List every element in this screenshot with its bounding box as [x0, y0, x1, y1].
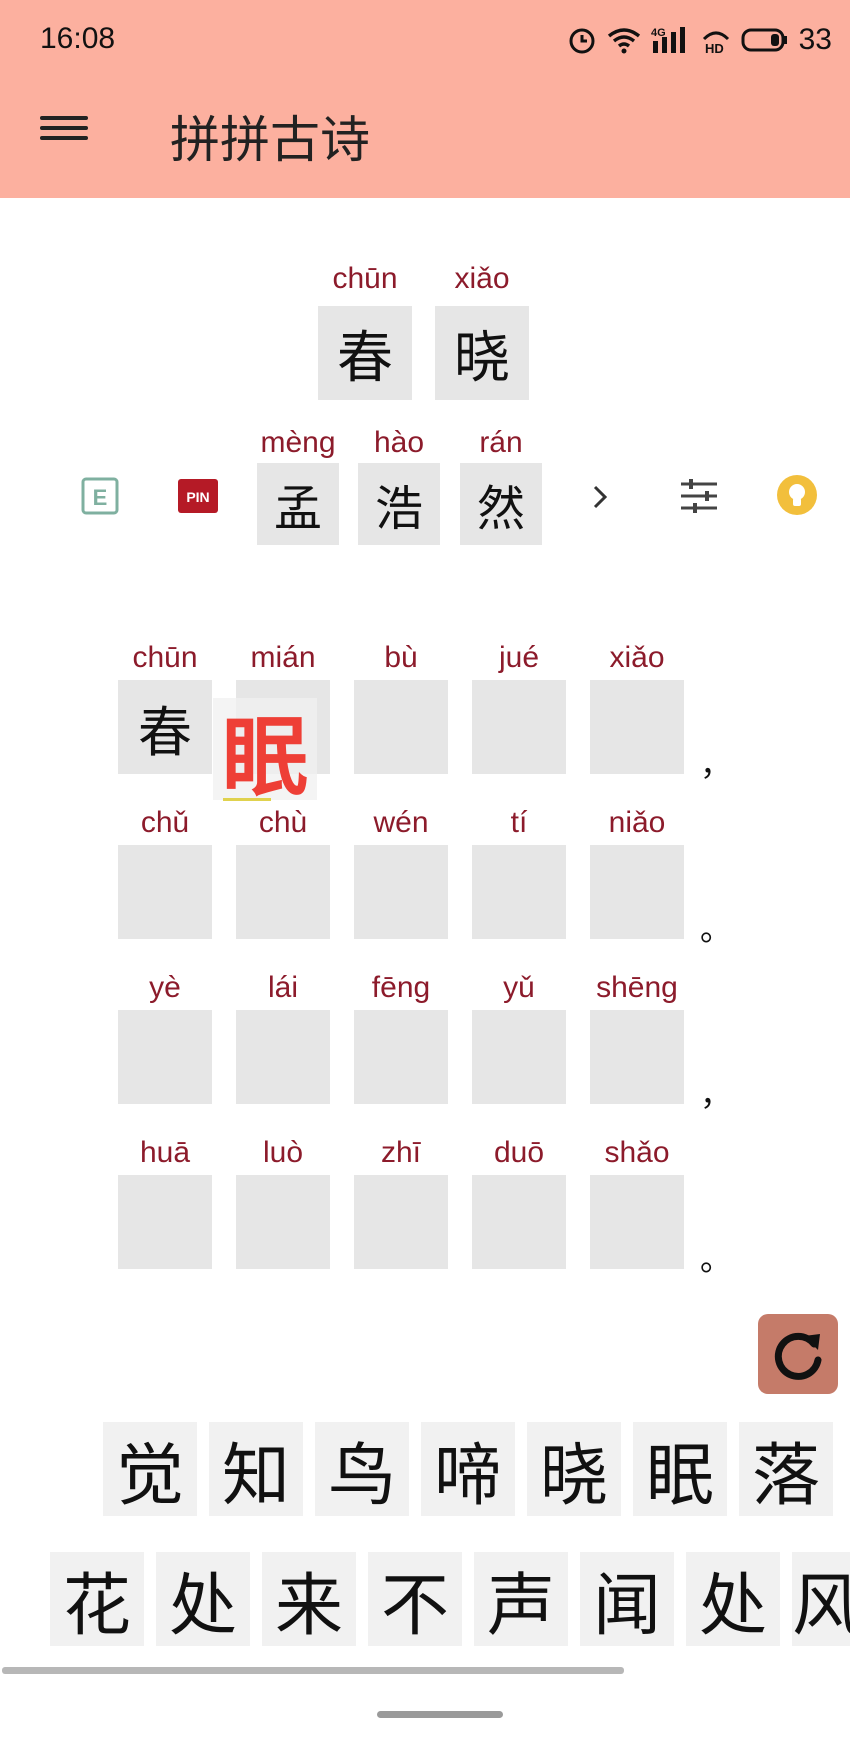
- char-key[interactable]: 来: [262, 1552, 356, 1646]
- line-pinyin: yǔ: [503, 971, 535, 1004]
- drag-underline: [223, 798, 271, 801]
- cellular-signal-icon: 4G: [651, 25, 691, 55]
- line-pinyin: bù: [384, 641, 418, 674]
- line-pinyin: lái: [267, 971, 298, 1004]
- title-pinyin: chūn: [332, 262, 398, 295]
- answer-slot[interactable]: [472, 845, 566, 939]
- battery-icon: [741, 27, 789, 53]
- answer-slot[interactable]: [118, 1175, 212, 1269]
- char-key[interactable]: 知: [209, 1422, 303, 1516]
- char-key[interactable]: 啼: [421, 1422, 515, 1516]
- menu-button[interactable]: [40, 110, 88, 150]
- refresh-button[interactable]: [758, 1314, 838, 1394]
- horizontal-scrollbar[interactable]: [2, 1667, 624, 1674]
- status-time: 16:08: [40, 22, 116, 55]
- line-punctuation: ，: [700, 1075, 733, 1113]
- battery-level: 33: [798, 23, 832, 56]
- line-pinyin: tí: [510, 806, 528, 839]
- author-char: 孟: [257, 463, 339, 545]
- author-pinyin: mèng: [260, 426, 336, 459]
- line-pinyin: duō: [493, 1136, 545, 1169]
- char-key[interactable]: 闻: [580, 1552, 674, 1646]
- answer-slot[interactable]: [354, 1010, 448, 1104]
- author-char: 然: [460, 463, 542, 545]
- line-pinyin: mián: [250, 641, 316, 674]
- line-punctuation: ，: [700, 745, 733, 783]
- line-pinyin: yè: [149, 971, 181, 1004]
- pin-icon-label: PIN: [186, 489, 209, 505]
- dragging-char: 眠: [222, 707, 308, 808]
- line-pinyin: jué: [498, 641, 540, 674]
- char-key[interactable]: 不: [368, 1552, 462, 1646]
- line-pinyin: zhī: [380, 1136, 422, 1169]
- answer-slot[interactable]: [472, 680, 566, 774]
- line-pinyin: fēng: [371, 971, 431, 1004]
- answer-slot[interactable]: [472, 1175, 566, 1269]
- settings-sliders-icon[interactable]: [678, 476, 720, 516]
- line-pinyin: niǎo: [608, 806, 666, 839]
- app-title: 拼拼古诗: [170, 111, 370, 169]
- author-char: 浩: [358, 463, 440, 545]
- line-pinyin: huā: [139, 1136, 191, 1169]
- answer-slot[interactable]: [118, 845, 212, 939]
- e-icon[interactable]: E: [80, 476, 120, 516]
- answer-slot[interactable]: [354, 845, 448, 939]
- answer-slot[interactable]: 春: [118, 680, 212, 774]
- char-key[interactable]: 晓: [527, 1422, 621, 1516]
- chevron-right-icon[interactable]: [588, 480, 612, 514]
- pin-icon[interactable]: PIN: [177, 478, 219, 514]
- e-icon-label: E: [93, 485, 108, 510]
- wifi-icon: [607, 26, 641, 54]
- status-icons: 4G HD 33: [567, 20, 832, 60]
- answer-slot[interactable]: [236, 1175, 330, 1269]
- line-punctuation: 。: [700, 1240, 733, 1278]
- line-pinyin: shēng: [596, 971, 678, 1004]
- lightbulb-hint-icon[interactable]: [776, 474, 818, 516]
- answer-slot[interactable]: [590, 680, 684, 774]
- dragging-char-tile[interactable]: 眠: [213, 698, 317, 808]
- char-key[interactable]: 鸟: [315, 1422, 409, 1516]
- char-key[interactable]: 风: [792, 1552, 850, 1646]
- answer-slot[interactable]: [472, 1010, 566, 1104]
- answer-slot[interactable]: [236, 1010, 330, 1104]
- char-key[interactable]: 眠: [633, 1422, 727, 1516]
- answer-slot[interactable]: [590, 845, 684, 939]
- alarm-icon: [567, 25, 597, 55]
- refresh-icon: [774, 1332, 822, 1380]
- answer-slot[interactable]: [118, 1010, 212, 1104]
- char-key[interactable]: 处: [156, 1552, 250, 1646]
- line-pinyin: xiǎo: [609, 641, 665, 674]
- line-pinyin: wén: [373, 806, 429, 839]
- hd-icon: HD: [701, 25, 731, 55]
- line-pinyin: shǎo: [604, 1136, 670, 1169]
- char-key[interactable]: 落: [739, 1422, 833, 1516]
- home-indicator[interactable]: [377, 1711, 503, 1718]
- author-pinyin: rán: [479, 426, 523, 459]
- answer-slot[interactable]: [354, 1175, 448, 1269]
- answer-slot[interactable]: [590, 1175, 684, 1269]
- answer-slot[interactable]: [236, 845, 330, 939]
- answer-slot[interactable]: [590, 1010, 684, 1104]
- title-pinyin: xiǎo: [454, 262, 510, 295]
- line-pinyin: chǔ: [140, 806, 190, 839]
- author-pinyin: hào: [373, 426, 425, 459]
- char-key[interactable]: 觉: [103, 1422, 197, 1516]
- line-pinyin: chūn: [132, 641, 198, 674]
- title-char: 春: [318, 306, 412, 400]
- char-key[interactable]: 声: [474, 1552, 568, 1646]
- line-pinyin: luò: [262, 1136, 304, 1169]
- svg-text:HD: HD: [705, 41, 724, 55]
- title-char: 晓: [435, 306, 529, 400]
- char-key[interactable]: 处: [686, 1552, 780, 1646]
- line-punctuation: 。: [700, 910, 733, 948]
- char-key[interactable]: 花: [50, 1552, 144, 1646]
- answer-slot[interactable]: [354, 680, 448, 774]
